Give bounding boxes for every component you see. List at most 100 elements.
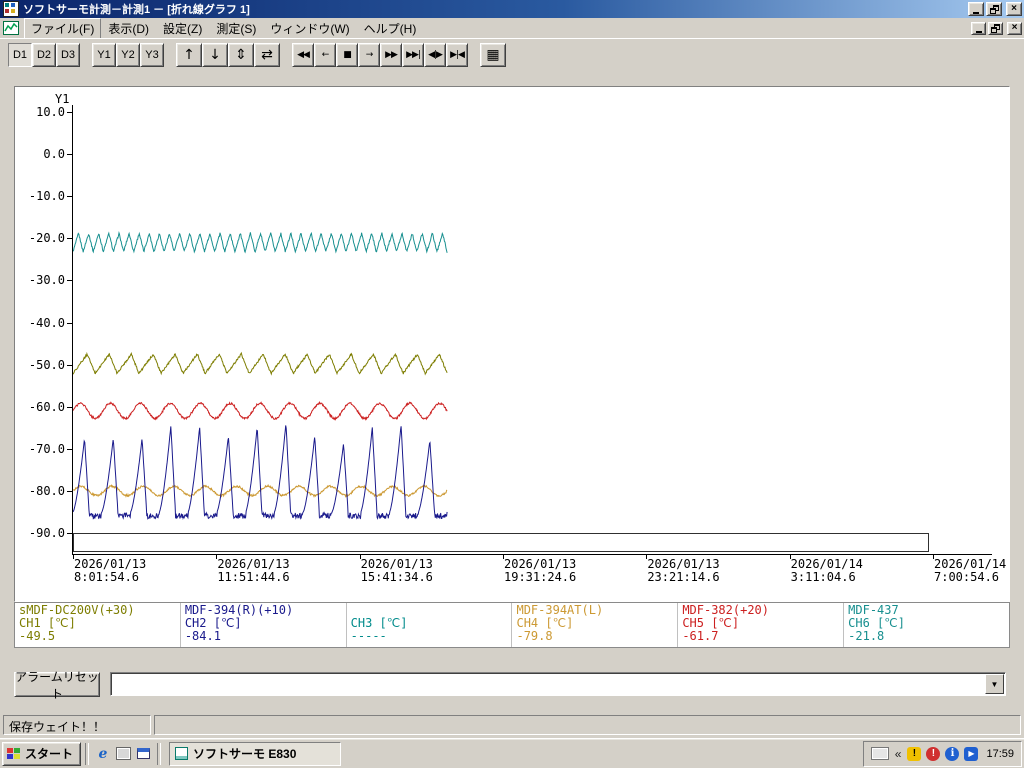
- y-tick-label: 10.0: [36, 105, 65, 119]
- start-button[interactable]: スタート: [2, 741, 82, 766]
- titlebar: ソフトサーモ計測－計測1 － [折れ線グラフ 1] ×: [0, 0, 1024, 18]
- message-combobox[interactable]: ▼: [110, 672, 1006, 696]
- alarm-reset-button[interactable]: アラームリセット: [14, 670, 100, 701]
- app-task-icon: [175, 747, 189, 760]
- legend-cell-ch2: MDF-394(R)(+10) CH2 [℃] -84.1: [181, 603, 347, 647]
- child-close-button[interactable]: ×: [1007, 21, 1022, 35]
- y-tick-label: 0.0: [43, 147, 65, 162]
- y-tick-label: -20.0: [28, 231, 65, 246]
- scroll-up-button[interactable]: ↑: [176, 42, 202, 67]
- menu-window[interactable]: ウィンドウ(W): [263, 18, 356, 39]
- menubar: ファイル(F) 表示(D) 設定(Z) 測定(S) ウィンドウ(W) ヘルプ(H) ×: [0, 17, 1024, 39]
- app-icon[interactable]: [3, 1, 19, 17]
- alert-icon[interactable]: !: [926, 746, 941, 761]
- x-tick-time: 15:41:34.6: [360, 570, 433, 584]
- line-graph-panel: Y1 10.0 0.0 -10.0 -20.0 -30.0 -40.0 -50.0 -60.0…: [14, 86, 1010, 602]
- step-forward-button[interactable]: →: [358, 42, 380, 67]
- x-tick-label: 2026/01/14 3:11:04.6: [791, 558, 863, 584]
- y-axis-title: Y1: [55, 92, 70, 106]
- start-label: スタート: [25, 747, 74, 761]
- keyboard-icon[interactable]: [870, 747, 889, 760]
- desktop-icon: [115, 747, 131, 760]
- x-tick-label: 2026/01/13 15:41:34.6: [361, 558, 433, 584]
- fit-vertical-button[interactable]: ⇕: [228, 42, 254, 67]
- trace-ch6: [73, 230, 448, 254]
- y-axis-button-y2[interactable]: Y2: [116, 42, 140, 67]
- go-to-latest-button[interactable]: ▶▶|: [402, 42, 424, 67]
- close-icon: ×: [1011, 22, 1018, 33]
- fast-forward-button[interactable]: ▶▶: [380, 42, 402, 67]
- child-window-icon[interactable]: [3, 21, 19, 35]
- x-tick-time: 7:00:54.6: [934, 570, 1000, 584]
- security-warning-icon[interactable]: !: [907, 746, 922, 761]
- expand-time-axis-button[interactable]: ◀|▶: [424, 42, 446, 67]
- step-back-button[interactable]: ←: [314, 42, 336, 67]
- window-controls: ×: [968, 2, 1022, 16]
- legend-current-value: -84.1: [184, 629, 221, 643]
- child-window-controls: ×: [971, 21, 1022, 35]
- window-title: ソフトサーモ計測－計測1 － [折れ線グラフ 1]: [23, 4, 250, 16]
- child-restore-button[interactable]: [988, 21, 1003, 35]
- minimize-icon: [975, 30, 982, 33]
- auto-scale-button[interactable]: ⇄: [254, 42, 280, 67]
- taskbar-separator: [157, 742, 162, 765]
- menu-help[interactable]: ヘルプ(H): [357, 18, 424, 39]
- menu-view[interactable]: 表示(D): [101, 18, 156, 39]
- combobox-value[interactable]: [111, 673, 984, 695]
- legend-current-value: -61.7: [682, 629, 719, 643]
- nav-button-group: ◀◀ ← ■ → ▶▶ ▶▶| ◀|▶ ▶|◀: [292, 42, 468, 67]
- taskbar-task-button[interactable]: ソフトサーモ E830: [169, 741, 342, 766]
- legend-current-value: -79.8: [516, 629, 553, 643]
- combobox-dropdown-button[interactable]: ▼: [985, 674, 1004, 694]
- y-axis-button-y1[interactable]: Y1: [92, 42, 116, 67]
- x-tick-label: 2026/01/13 19:31:24.6: [504, 558, 576, 584]
- y-tick-label: -10.0: [28, 189, 65, 204]
- chevron-down-icon: ▼: [990, 679, 999, 689]
- quicklaunch-window-icon[interactable]: [133, 744, 153, 764]
- minimize-icon: [973, 11, 979, 14]
- menu-file[interactable]: ファイル(F): [24, 17, 102, 39]
- taskbar-separator: [85, 742, 90, 765]
- stop-button[interactable]: ■: [336, 42, 358, 67]
- y-tick-label: -70.0: [28, 441, 65, 456]
- shrink-time-axis-button[interactable]: ▶|◀: [446, 42, 468, 67]
- dataset-button-d3[interactable]: D3: [56, 42, 80, 67]
- y-tick-label: -80.0: [28, 483, 65, 498]
- legend-cell-ch6: MDF-437 CH6 [℃] -21.8: [844, 603, 1009, 647]
- window-restore-button[interactable]: [986, 2, 1002, 16]
- menu-measure[interactable]: 測定(S): [209, 18, 263, 39]
- update-icon[interactable]: ▶: [964, 746, 979, 761]
- y-axis-button-y3[interactable]: Y3: [140, 42, 164, 67]
- tray-collapse-button[interactable]: «: [894, 747, 903, 761]
- child-minimize-button[interactable]: [971, 21, 986, 35]
- legend-current-value: -----: [350, 629, 387, 643]
- scale-button-group: ↑ ↓ ⇕ ⇄: [176, 42, 280, 67]
- restore-icon: [989, 4, 999, 14]
- taskbar: スタート e ソフトサーモ E830 « ! ! i ▶ 17:59: [0, 738, 1024, 768]
- dataset-button-d2[interactable]: D2: [32, 42, 56, 67]
- fast-rewind-button[interactable]: ◀◀: [292, 42, 314, 67]
- y-tick-label: -40.0: [28, 315, 65, 330]
- info-icon[interactable]: i: [945, 746, 960, 761]
- tray-clock[interactable]: 17:59: [986, 748, 1014, 760]
- legend-cell-ch3: CH3 [℃] -----: [347, 603, 513, 647]
- x-tick-time: 3:11:04.6: [790, 570, 856, 584]
- axis-button-group: Y1 Y2 Y3: [92, 42, 164, 67]
- legend-cell-ch1: sMDF-DC200V(+30) CH1 [℃] -49.5: [15, 603, 181, 647]
- window-minimize-button[interactable]: [968, 2, 984, 16]
- x-tick-label: 2026/01/13 8:01:54.6: [74, 558, 146, 584]
- main-area: Y1 10.0 0.0 -10.0 -20.0 -30.0 -40.0 -50.0 -60.0…: [0, 70, 1024, 712]
- menu-settings[interactable]: 設定(Z): [156, 18, 209, 39]
- status-message: 保存ウェイト！！: [3, 715, 151, 735]
- window-close-button[interactable]: ×: [1006, 2, 1022, 16]
- graph-style-button[interactable]: ▦: [480, 42, 506, 67]
- x-axis-line: [72, 554, 992, 555]
- dataset-button-d1[interactable]: D1: [8, 42, 32, 67]
- scroll-down-button[interactable]: ↓: [202, 42, 228, 67]
- legend-current-value: -21.8: [848, 629, 885, 643]
- ie-quicklaunch-icon[interactable]: e: [93, 744, 113, 764]
- toolbar: D1 D2 D3 Y1 Y2 Y3 ↑ ↓ ⇕ ⇄ ◀◀ ← ■ → ▶▶ ▶▶| ◀|▶ ▶|◀ ▦: [0, 38, 1024, 70]
- x-tick-time: 19:31:24.6: [504, 570, 577, 584]
- show-desktop-icon[interactable]: [113, 744, 133, 764]
- app-window: ソフトサーモ計測－計測1 － [折れ線グラフ 1] × ファイル(F) 表示(D)…: [0, 0, 1024, 768]
